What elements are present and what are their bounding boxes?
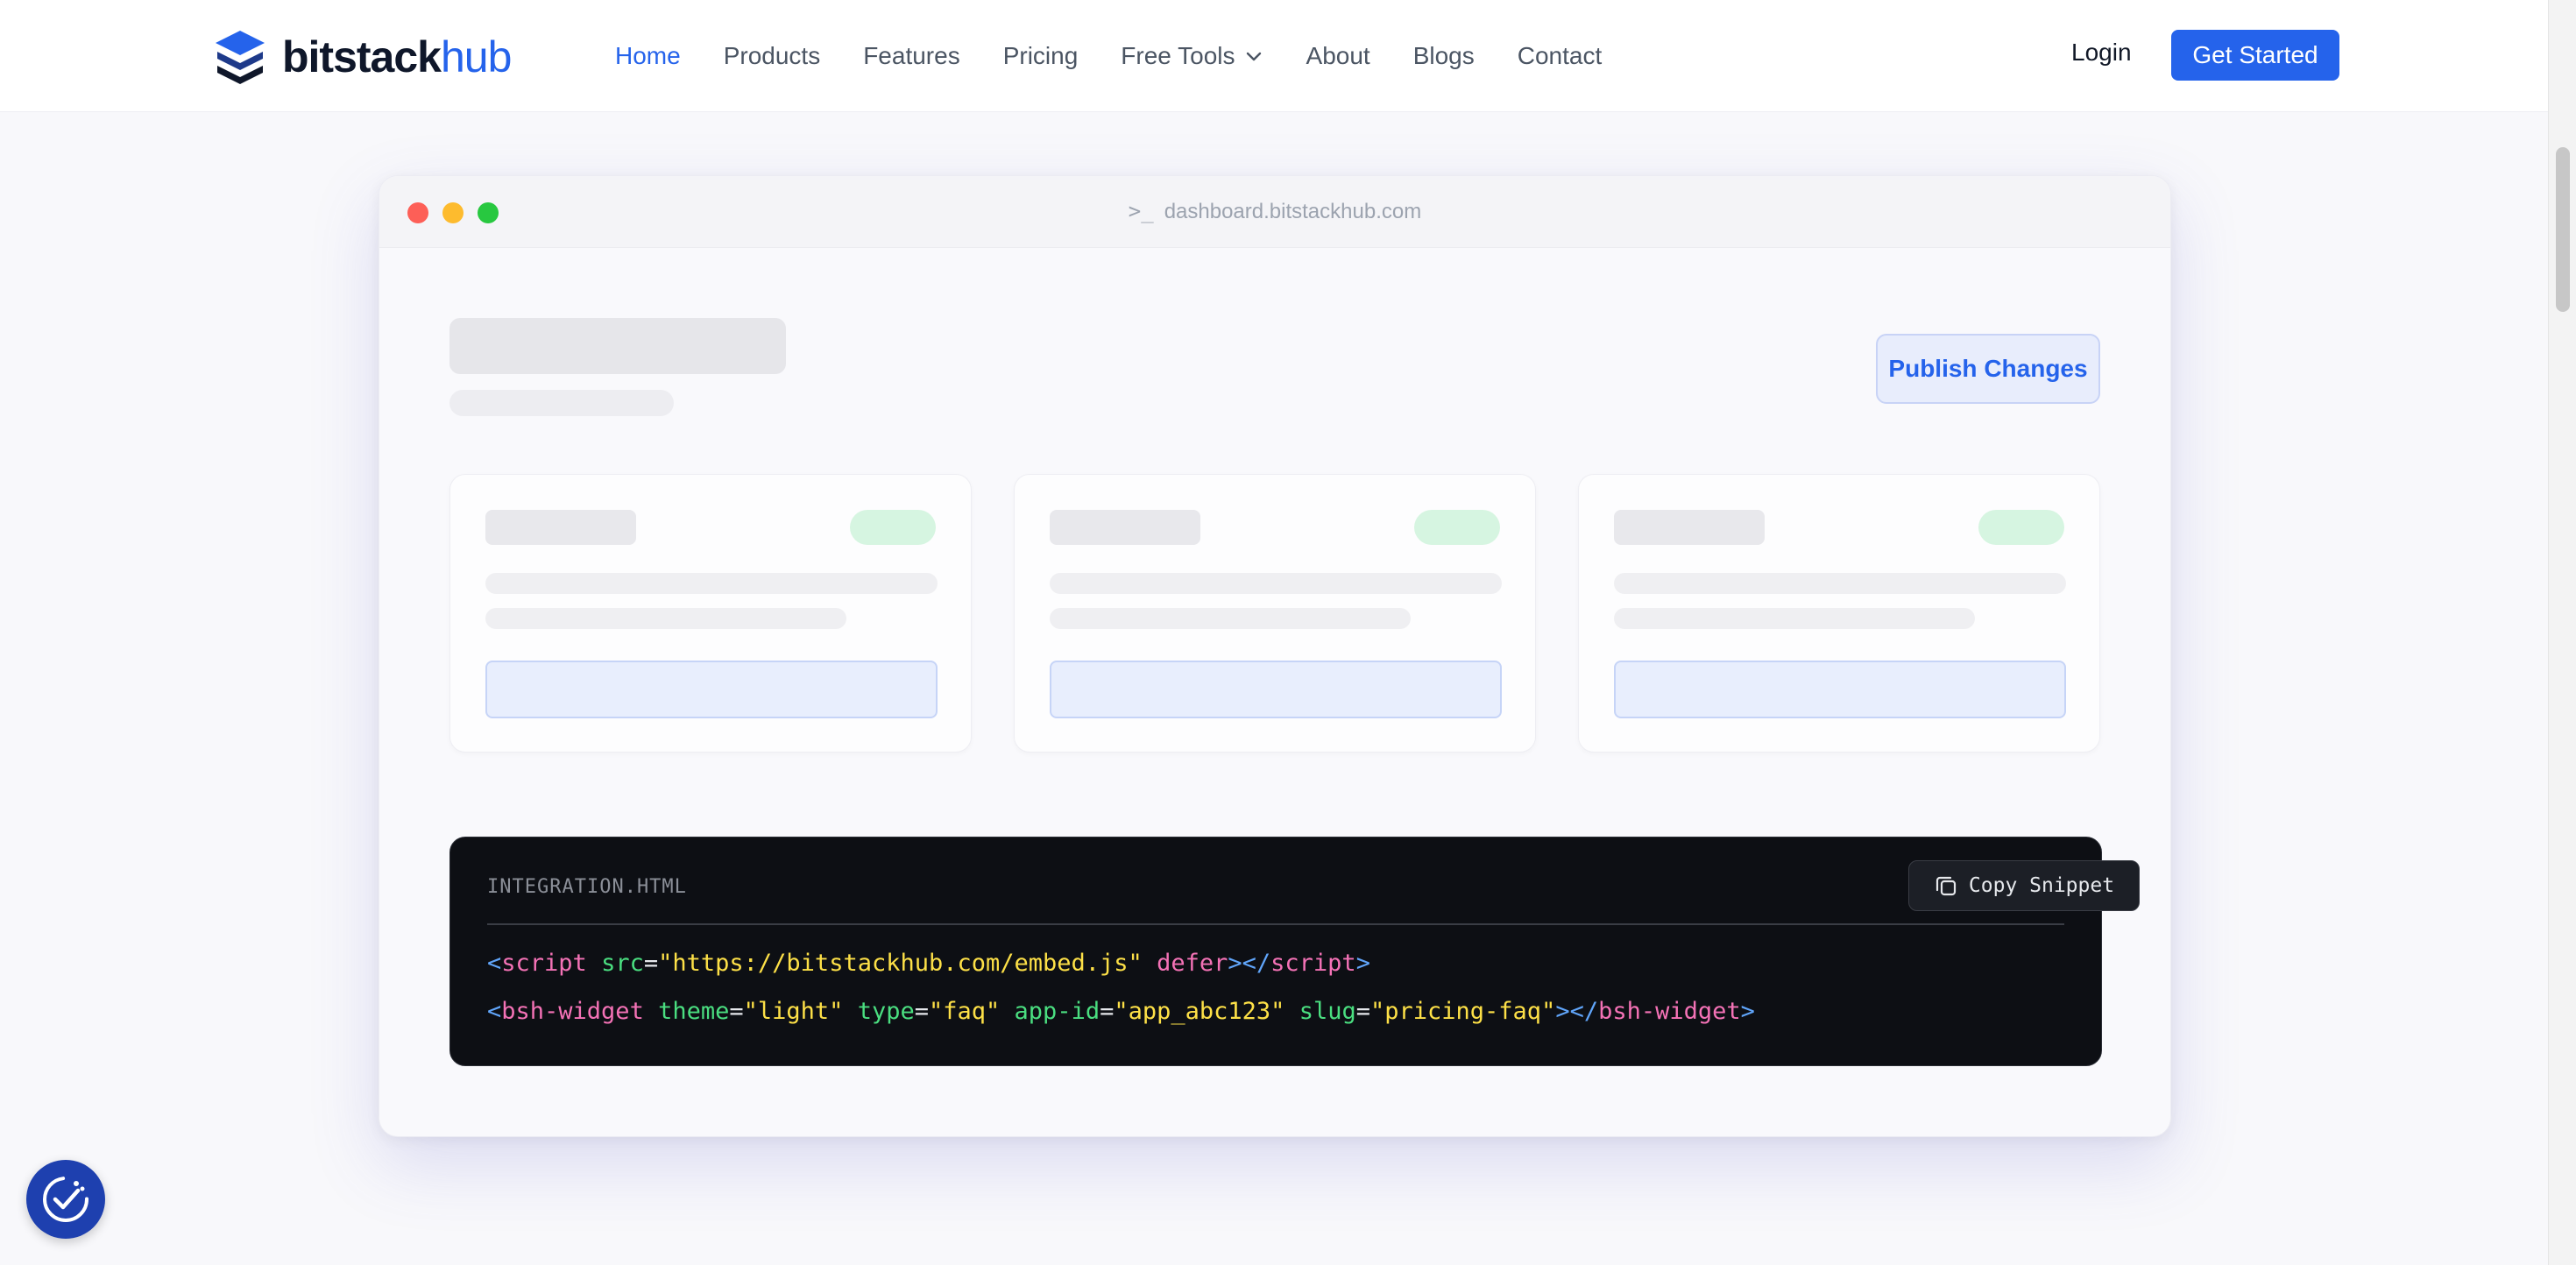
nav-link-products[interactable]: Products [724, 42, 821, 70]
skeleton-card-button [1614, 661, 2066, 718]
copy-icon [1936, 876, 1957, 896]
code-line-script: <script src="https://bitstackhub.com/emb… [487, 950, 1370, 977]
nav-links: Home Products Features Pricing Free Tool… [615, 0, 1645, 112]
code-line-widget: <bsh-widget theme="light" type="faq" app… [487, 998, 1755, 1025]
dashboard-preview-window: >_ dashboard.bitstackhub.com Publish Chan… [379, 175, 2171, 1137]
skeleton-card [449, 474, 972, 753]
publish-changes-button[interactable]: Publish Changes [1876, 334, 2100, 404]
skeleton-card-button [1050, 661, 1502, 718]
chevron-down-icon [1246, 52, 1261, 61]
nav-link-free-tools[interactable]: Free Tools [1121, 42, 1263, 70]
code-divider [487, 923, 2064, 925]
get-started-button[interactable]: Get Started [2171, 30, 2339, 81]
check-badge-icon [43, 1177, 88, 1222]
skeleton-card [1014, 474, 1536, 753]
floating-widget-button[interactable] [26, 1160, 105, 1239]
login-link[interactable]: Login [2071, 39, 2132, 67]
top-navigation: bitstackhub Home Products Features Prici… [0, 0, 2548, 112]
nav-link-home[interactable]: Home [615, 42, 681, 70]
scrollbar-thumb[interactable] [2556, 147, 2570, 312]
url-text: dashboard.bitstackhub.com [1164, 200, 1422, 223]
skeleton-card-button [485, 661, 938, 718]
nav-link-blogs[interactable]: Blogs [1413, 42, 1475, 70]
nav-link-about[interactable]: About [1306, 42, 1370, 70]
skeleton-subtitle [449, 390, 674, 416]
terminal-prompt-icon: >_ [1128, 199, 1154, 223]
skeleton-card [1578, 474, 2100, 753]
brand-name: bitstackhub [282, 32, 512, 81]
nav-link-contact[interactable]: Contact [1518, 42, 1603, 70]
window-title-bar: >_ dashboard.bitstackhub.com [379, 176, 2170, 248]
nav-link-free-tools-label: Free Tools [1121, 42, 1235, 69]
nav-link-features[interactable]: Features [863, 42, 960, 70]
copy-snippet-button[interactable]: Copy Snippet [1908, 860, 2140, 911]
skeleton-title [449, 318, 786, 374]
nav-link-pricing[interactable]: Pricing [1003, 42, 1079, 70]
brand-logo[interactable]: bitstackhub [210, 26, 512, 88]
code-filename: INTEGRATION.HTML [487, 876, 687, 898]
page-scrollbar[interactable] [2548, 0, 2576, 1265]
copy-snippet-label: Copy Snippet [1968, 874, 2115, 897]
window-url: >_ dashboard.bitstackhub.com [379, 199, 2170, 224]
integration-code-block: INTEGRATION.HTML Copy Snippet <script sr… [449, 837, 2140, 1066]
logo-stack-icon [216, 31, 265, 84]
